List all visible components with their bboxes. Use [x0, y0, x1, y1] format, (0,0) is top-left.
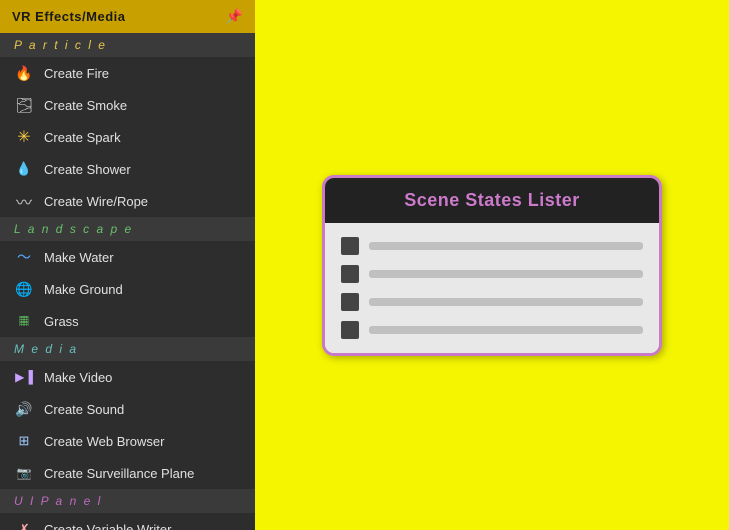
- sidebar-item-label: Create Shower: [44, 162, 131, 177]
- sidebar-item-label: Create Variable Writer: [44, 522, 171, 530]
- ground-icon: 🌐: [14, 279, 34, 299]
- sidebar: VR Effects/Media 📌 P a r t i c l e 🔥 Cre…: [0, 0, 255, 530]
- scene-row: [341, 237, 643, 255]
- sidebar-item-create-web-browser[interactable]: ⊞ Create Web Browser: [0, 425, 255, 457]
- sidebar-item-create-variable-writer[interactable]: ✗ Create Variable Writer: [0, 513, 255, 530]
- main-content: Scene States Lister: [255, 0, 729, 530]
- scene-row: [341, 293, 643, 311]
- shower-icon: 💧: [14, 159, 34, 179]
- category-ui-panel: U I P a n e l: [0, 489, 255, 513]
- sidebar-item-label: Create Surveillance Plane: [44, 466, 194, 481]
- scene-row-checkbox: [341, 293, 359, 311]
- sidebar-item-create-shower[interactable]: 💧 Create Shower: [0, 153, 255, 185]
- scene-row-line: [369, 298, 643, 306]
- surveillance-icon: 📷: [14, 463, 34, 483]
- sidebar-item-grass[interactable]: 𝄜 Grass: [0, 305, 255, 337]
- category-landscape: L a n d s c a p e: [0, 217, 255, 241]
- scene-row-checkbox: [341, 265, 359, 283]
- sound-icon: 🔊: [14, 399, 34, 419]
- scene-row: [341, 265, 643, 283]
- sidebar-item-create-wire[interactable]: 〰 Create Wire/Rope: [0, 185, 255, 217]
- pin-icon: 📌: [226, 8, 243, 25]
- scene-row: [341, 321, 643, 339]
- sidebar-item-label: Make Water: [44, 250, 114, 265]
- sidebar-title: VR Effects/Media: [12, 9, 125, 24]
- video-icon: ▶▐: [14, 367, 34, 387]
- smoke-icon: 🌫: [14, 95, 34, 115]
- sidebar-item-create-smoke[interactable]: 🌫 Create Smoke: [0, 89, 255, 121]
- sidebar-item-label: Create Fire: [44, 66, 109, 81]
- scene-row-checkbox: [341, 321, 359, 339]
- sidebar-item-create-spark[interactable]: ✳ Create Spark: [0, 121, 255, 153]
- category-particle: P a r t i c l e: [0, 33, 255, 57]
- sidebar-item-label: Make Video: [44, 370, 112, 385]
- sidebar-item-label: Create Sound: [44, 402, 124, 417]
- scene-row-checkbox: [341, 237, 359, 255]
- sidebar-item-create-fire[interactable]: 🔥 Create Fire: [0, 57, 255, 89]
- sidebar-item-make-video[interactable]: ▶▐ Make Video: [0, 361, 255, 393]
- sidebar-item-create-surveillance-plane[interactable]: 📷 Create Surveillance Plane: [0, 457, 255, 489]
- scene-row-line: [369, 326, 643, 334]
- wire-icon: 〰: [14, 191, 34, 211]
- scene-states-card: Scene States Lister: [322, 175, 662, 356]
- sidebar-item-label: Create Wire/Rope: [44, 194, 148, 209]
- grass-icon: 𝄜: [14, 311, 34, 331]
- sidebar-item-create-sound[interactable]: 🔊 Create Sound: [0, 393, 255, 425]
- category-media: M e d i a: [0, 337, 255, 361]
- water-icon: 〜: [14, 247, 34, 267]
- sidebar-item-label: Create Smoke: [44, 98, 127, 113]
- sidebar-item-label: Grass: [44, 314, 79, 329]
- browser-icon: ⊞: [14, 431, 34, 451]
- variable-icon: ✗: [14, 519, 34, 530]
- sidebar-item-make-water[interactable]: 〜 Make Water: [0, 241, 255, 273]
- scene-card-header: Scene States Lister: [325, 178, 659, 223]
- fire-icon: 🔥: [14, 63, 34, 83]
- spark-icon: ✳: [14, 127, 34, 147]
- scene-row-line: [369, 242, 643, 250]
- scene-row-line: [369, 270, 643, 278]
- sidebar-header: VR Effects/Media 📌: [0, 0, 255, 33]
- scene-card-title: Scene States Lister: [404, 190, 580, 210]
- sidebar-item-label: Create Web Browser: [44, 434, 164, 449]
- sidebar-item-make-ground[interactable]: 🌐 Make Ground: [0, 273, 255, 305]
- sidebar-item-label: Make Ground: [44, 282, 123, 297]
- scene-card-body: [325, 223, 659, 353]
- sidebar-item-label: Create Spark: [44, 130, 121, 145]
